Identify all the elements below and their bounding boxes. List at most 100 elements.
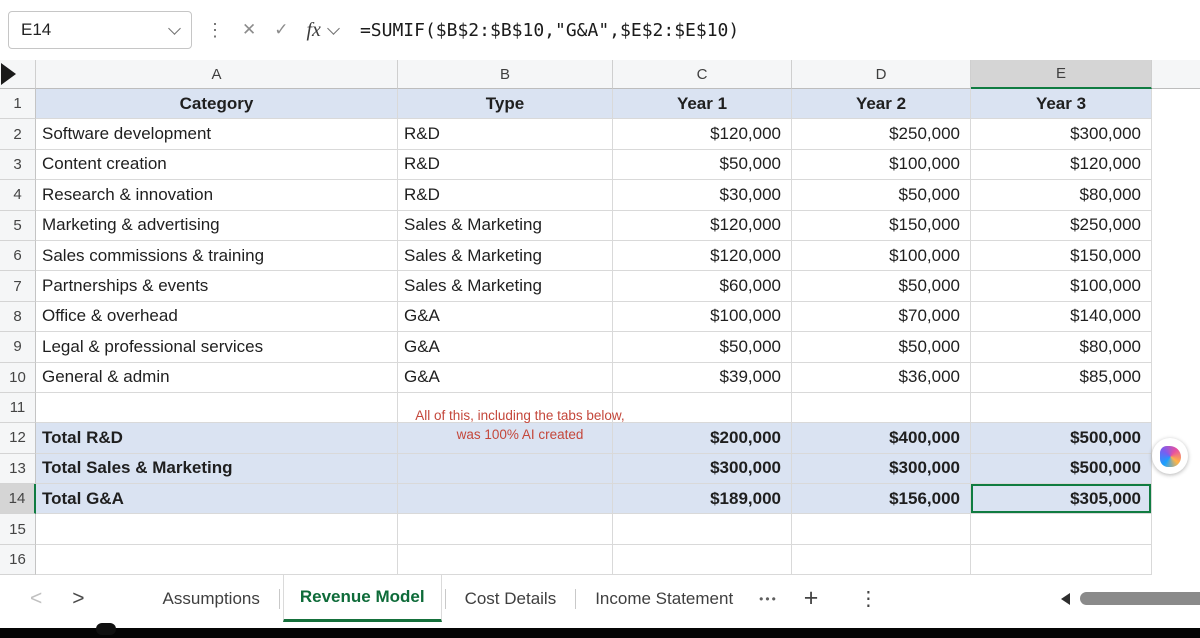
cell-d[interactable]: $156,000 <box>792 484 971 514</box>
cell-e[interactable]: $140,000 <box>971 302 1152 332</box>
cell-c[interactable]: $189,000 <box>613 484 792 514</box>
cell-c[interactable]: $300,000 <box>613 454 792 484</box>
cell-c[interactable] <box>613 514 792 544</box>
cell-c[interactable]: $39,000 <box>613 363 792 393</box>
cell-e[interactable] <box>971 514 1152 544</box>
row-number[interactable]: 13 <box>0 454 36 484</box>
cell-d[interactable]: $100,000 <box>792 150 971 180</box>
cell-a[interactable]: Category <box>36 89 398 119</box>
cell-b[interactable]: R&D <box>398 119 613 149</box>
row-number[interactable]: 12 <box>0 423 36 453</box>
fx-chevron-down-icon[interactable] <box>327 22 340 35</box>
row-number[interactable]: 15 <box>0 514 36 544</box>
cell-d[interactable]: $70,000 <box>792 302 971 332</box>
cell-b[interactable]: Sales & Marketing <box>398 211 613 241</box>
cell-c[interactable]: $200,000 <box>613 423 792 453</box>
cell-d[interactable]: $50,000 <box>792 271 971 301</box>
cell-a[interactable]: Content creation <box>36 150 398 180</box>
row-number[interactable]: 9 <box>0 332 36 362</box>
cell-d[interactable]: $36,000 <box>792 363 971 393</box>
cell-c[interactable] <box>613 545 792 575</box>
cell-e[interactable]: Year 3 <box>971 89 1152 119</box>
scrollbar-thumb[interactable] <box>1080 592 1200 605</box>
cell-b[interactable]: Sales & Marketing <box>398 241 613 271</box>
cell-e[interactable] <box>971 393 1152 423</box>
cell-a[interactable]: Total Sales & Marketing <box>36 454 398 484</box>
cell-c[interactable]: $100,000 <box>613 302 792 332</box>
sheet-nav-back-icon[interactable]: < <box>30 588 42 609</box>
cell-e[interactable]: $500,000 <box>971 454 1152 484</box>
insert-function-button[interactable]: fx <box>307 19 321 42</box>
col-header-c[interactable]: C <box>613 60 792 89</box>
cell-e[interactable] <box>971 545 1152 575</box>
col-header-d[interactable]: D <box>792 60 971 89</box>
col-header-e[interactable]: E <box>971 60 1152 89</box>
name-box[interactable]: E14 <box>8 11 192 49</box>
cell-d[interactable]: $50,000 <box>792 180 971 210</box>
cell-a[interactable]: Software development <box>36 119 398 149</box>
select-all-corner[interactable] <box>0 60 36 89</box>
cell-a[interactable]: Total G&A <box>36 484 398 514</box>
cell-d[interactable]: Year 2 <box>792 89 971 119</box>
cell-b[interactable] <box>398 545 613 575</box>
cell-e[interactable]: $100,000 <box>971 271 1152 301</box>
col-header-a[interactable]: A <box>36 60 398 89</box>
cell-a[interactable] <box>36 393 398 423</box>
cell-b[interactable] <box>398 514 613 544</box>
row-number[interactable]: 1 <box>0 89 36 119</box>
chevron-down-icon[interactable] <box>168 22 181 35</box>
cell-e[interactable]: $80,000 <box>971 180 1152 210</box>
cell-b[interactable]: R&D <box>398 180 613 210</box>
cell-a[interactable]: Total R&D <box>36 423 398 453</box>
cell-c[interactable]: $120,000 <box>613 119 792 149</box>
cell-c[interactable]: $60,000 <box>613 271 792 301</box>
cell-e[interactable]: $300,000 <box>971 119 1152 149</box>
cell-b[interactable] <box>398 454 613 484</box>
row-number[interactable]: 10 <box>0 363 36 393</box>
cell-b[interactable]: Type <box>398 89 613 119</box>
cell-a[interactable]: Partnerships & events <box>36 271 398 301</box>
cell-d[interactable]: $300,000 <box>792 454 971 484</box>
cell-b[interactable]: R&D <box>398 150 613 180</box>
cell-c[interactable]: Year 1 <box>613 89 792 119</box>
cell-d[interactable]: $50,000 <box>792 332 971 362</box>
row-number[interactable]: 11 <box>0 393 36 423</box>
cell-e[interactable]: $120,000 <box>971 150 1152 180</box>
row-number[interactable]: 8 <box>0 302 36 332</box>
cell-c[interactable]: $50,000 <box>613 332 792 362</box>
sheet-tab-revenue-model[interactable]: Revenue Model <box>283 575 442 622</box>
cell-a[interactable]: General & admin <box>36 363 398 393</box>
add-sheet-button[interactable]: + <box>804 586 819 611</box>
col-header-b[interactable]: B <box>398 60 613 89</box>
formula-input[interactable]: =SUMIF($B$2:$B$10,"G&A",$E$2:$E$10) <box>360 20 739 41</box>
scroll-left-arrow-icon[interactable] <box>1061 593 1070 605</box>
copilot-button[interactable] <box>1152 438 1188 474</box>
row-number[interactable]: 2 <box>0 119 36 149</box>
cell-d[interactable]: $100,000 <box>792 241 971 271</box>
more-sheets-button[interactable]: ••• <box>759 592 778 606</box>
horizontal-scrollbar[interactable] <box>1061 592 1200 605</box>
row-number[interactable]: 7 <box>0 271 36 301</box>
sheet-tab-cost-details[interactable]: Cost Details <box>449 575 573 622</box>
cell-b[interactable] <box>398 393 613 423</box>
cell-d[interactable]: $400,000 <box>792 423 971 453</box>
cell-e[interactable]: $80,000 <box>971 332 1152 362</box>
cell-b[interactable] <box>398 423 613 453</box>
cell-d[interactable]: $150,000 <box>792 211 971 241</box>
cell-e[interactable]: $500,000 <box>971 423 1152 453</box>
row-number[interactable]: 16 <box>0 545 36 575</box>
cell-b[interactable]: G&A <box>398 363 613 393</box>
enter-button[interactable]: ✓ <box>274 20 288 40</box>
cell-d[interactable] <box>792 393 971 423</box>
cell-c[interactable]: $50,000 <box>613 150 792 180</box>
cell-a[interactable]: Research & innovation <box>36 180 398 210</box>
cell-e[interactable]: $150,000 <box>971 241 1152 271</box>
cell-e[interactable]: $85,000 <box>971 363 1152 393</box>
cell-a[interactable]: Legal & professional services <box>36 332 398 362</box>
cell-c[interactable]: $120,000 <box>613 241 792 271</box>
cell-c[interactable] <box>613 393 792 423</box>
sheet-tab-income-statement[interactable]: Income Statement <box>579 575 749 622</box>
row-number[interactable]: 3 <box>0 150 36 180</box>
cell-d[interactable] <box>792 514 971 544</box>
cell-a[interactable] <box>36 545 398 575</box>
